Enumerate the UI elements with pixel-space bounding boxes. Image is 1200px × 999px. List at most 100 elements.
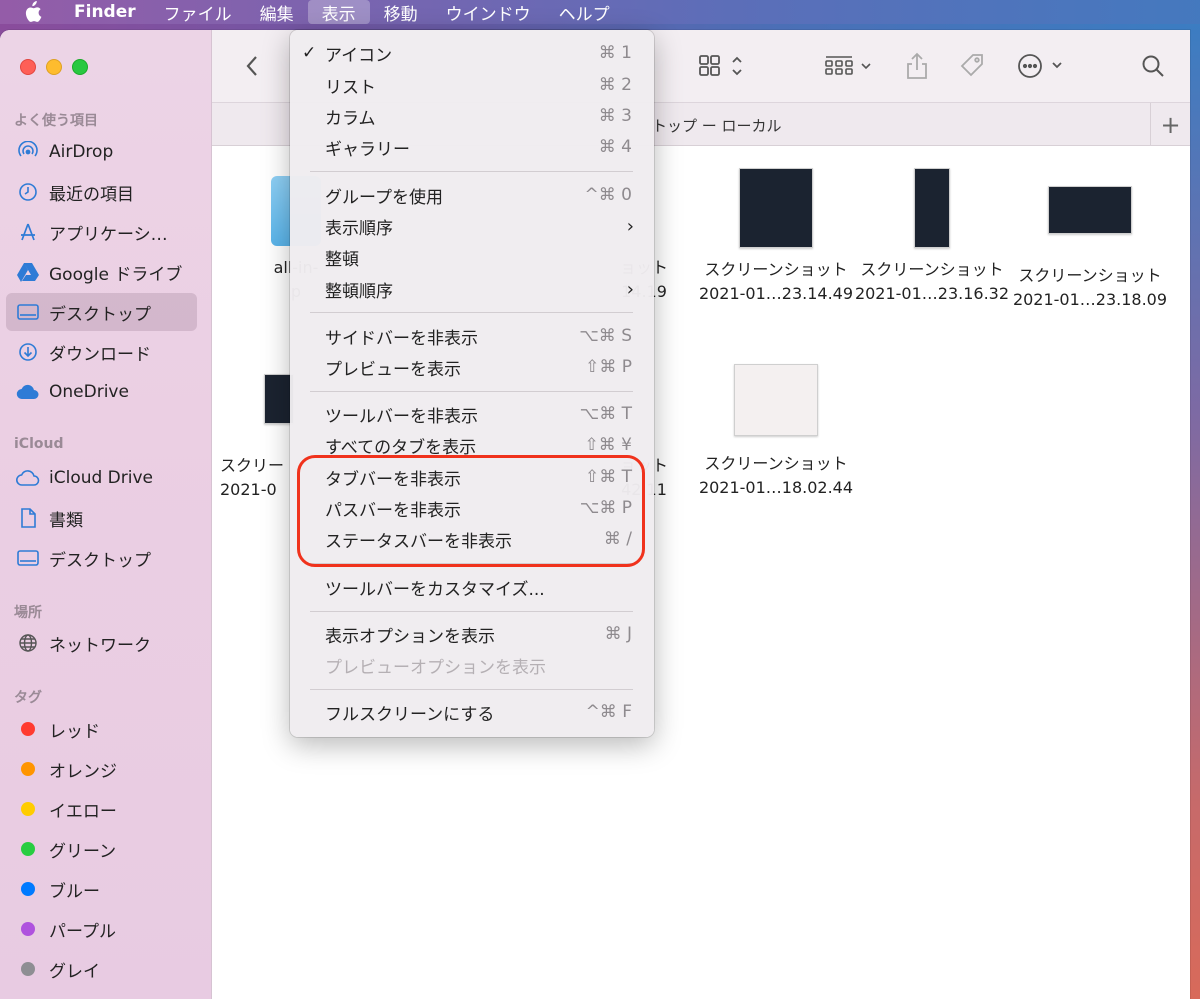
share-icon[interactable] [902, 50, 932, 82]
sidebar-item-airdrop[interactable]: AirDrop [6, 133, 197, 171]
menu-item-label: 表示順序 [325, 218, 393, 239]
menu-item-shortcut: ⌘ 2 [598, 75, 632, 95]
menu-item-shortcut: ⇧⌘ P [585, 357, 632, 377]
window-controls [20, 59, 88, 75]
menu-item-label: プレビューを表示 [325, 359, 461, 380]
menu-item-icon-view[interactable]: ✓ アイコン ⌘ 1 [290, 38, 654, 68]
menu-help[interactable]: ヘルプ [545, 0, 624, 25]
group-view-icon[interactable] [824, 52, 876, 80]
menu-item-hide-toolbar[interactable]: ツールバーを非表示 ⌥⌘ T [290, 399, 654, 429]
chevron-right-icon: › [626, 215, 634, 237]
menu-item-label: アイコン [325, 45, 393, 66]
tag-label: オレンジ [49, 761, 117, 782]
icon-view-grid-icon[interactable] [696, 52, 746, 80]
menu-item-enter-full-screen[interactable]: フルスクリーンにする ^⌘ F [290, 697, 654, 727]
menu-item-gallery-view[interactable]: ギャラリー ⌘ 4 [290, 132, 654, 162]
screenshot-thumbnail [734, 364, 818, 436]
tab-desktop-local[interactable]: トップ ー ローカル [652, 103, 782, 147]
sidebar-item-onedrive[interactable]: OneDrive [6, 373, 197, 411]
sidebar-item-icloud-drive[interactable]: iCloud Drive [6, 459, 197, 497]
close-button[interactable] [20, 59, 36, 75]
sidebar-tag-gray[interactable]: グレイ [6, 950, 197, 988]
sidebar-item-icloud-desktop[interactable]: デスクトップ [6, 539, 197, 577]
menu-item-clean-up-by[interactable]: 整頓順序 › [290, 274, 654, 304]
file-item[interactable]: スクリーンショット 2021-01…23.14.49 [696, 168, 856, 306]
file-item[interactable]: スクリーンショット 2021-01…18.02.44 [696, 364, 856, 500]
menu-item-label: 表示オプションを表示 [325, 626, 495, 647]
menu-finder[interactable]: Finder [68, 0, 150, 24]
search-icon[interactable] [1138, 52, 1168, 80]
desktop-icon [16, 546, 40, 570]
screenshot-thumbnail [914, 168, 950, 248]
menu-item-label: カラム [325, 108, 376, 129]
menu-item-label: すべてのタブを表示 [325, 437, 477, 458]
back-chevron-icon[interactable] [240, 52, 264, 80]
view-menu-dropdown: ✓ アイコン ⌘ 1 リスト ⌘ 2 カラム ⌘ 3 ギャラリー ⌘ 4 グルー… [290, 30, 654, 737]
menu-item-use-groups[interactable]: グループを使用 ^⌘ 0 [290, 180, 654, 210]
menu-item-customize-toolbar[interactable]: ツールバーをカスタマイズ... [290, 572, 654, 602]
tag-dot [21, 962, 35, 976]
menu-separator [310, 171, 633, 172]
sidebar-item-google-drive[interactable]: Google ドライブ [6, 253, 197, 291]
menu-item-show-preview[interactable]: プレビューを表示 ⇧⌘ P [290, 352, 654, 382]
menu-item-shortcut: ⌘ J [604, 624, 632, 644]
minimize-button[interactable] [46, 59, 62, 75]
sidebar-tag-purple[interactable]: パープル [6, 910, 197, 948]
menu-item-shortcut: ^⌘ F [585, 702, 632, 722]
menu-item-column-view[interactable]: カラム ⌘ 3 [290, 101, 654, 131]
sidebar-tag-green[interactable]: グリーン [6, 830, 197, 868]
menu-separator [310, 611, 633, 612]
menu-bar: Finder ファイル 編集 表示 移動 ウインドウ ヘルプ [0, 0, 1200, 25]
tag-label: パープル [49, 921, 116, 942]
sidebar-tag-orange[interactable]: オレンジ [6, 750, 197, 788]
menu-item-shortcut: ⇧⌘ ¥ [584, 435, 632, 455]
menu-item-show-preview-options: プレビューオプションを表示 [290, 650, 654, 680]
cloud-icon [16, 380, 40, 404]
new-tab-button[interactable]: + [1150, 103, 1190, 147]
zoom-button[interactable] [72, 59, 88, 75]
sidebar-item-recents[interactable]: 最近の項目 [6, 173, 197, 211]
sidebar-item-applications[interactable]: アプリケーシ… [6, 213, 197, 251]
sidebar-item-label: 最近の項目 [49, 184, 134, 205]
tag-dot [21, 762, 35, 776]
sidebar-section-locations: 場所 [14, 605, 42, 621]
menu-item-list-view[interactable]: リスト ⌘ 2 [290, 70, 654, 100]
menu-item-sort-by[interactable]: 表示順序 › [290, 211, 654, 241]
menu-go[interactable]: 移動 [370, 0, 432, 25]
airdrop-icon [16, 140, 40, 164]
sidebar-section-favorites: よく使う項目 [14, 113, 98, 129]
tag-dot [21, 802, 35, 816]
tag-label: イエロー [49, 801, 117, 822]
sidebar: よく使う項目 AirDrop 最近の項目 アプリケーシ… Google ドライブ [0, 30, 212, 999]
sidebar-item-label: デスクトップ [49, 550, 151, 571]
sidebar-item-desktop[interactable]: デスクトップ [6, 293, 197, 331]
tag-label: レッド [49, 721, 100, 742]
menu-item-show-view-options[interactable]: 表示オプションを表示 ⌘ J [290, 619, 654, 649]
menu-view[interactable]: 表示 [307, 0, 370, 25]
more-actions-icon[interactable] [1016, 52, 1066, 80]
sidebar-item-downloads[interactable]: ダウンロード [6, 333, 197, 371]
sidebar-tag-blue[interactable]: ブルー [6, 870, 197, 908]
menu-item-hide-sidebar[interactable]: サイドバーを非表示 ⌥⌘ S [290, 321, 654, 351]
sidebar-item-label: iCloud Drive [49, 468, 154, 488]
menu-file[interactable]: ファイル [150, 0, 246, 25]
menu-separator [310, 391, 633, 392]
desktop-icon [16, 300, 40, 324]
menu-item-shortcut: ⌥⌘ T [579, 404, 632, 424]
menu-item-shortcut: ⌘ 4 [598, 137, 632, 157]
sidebar-item-label: ダウンロード [49, 344, 151, 365]
tag-icon[interactable] [956, 52, 988, 80]
menu-window[interactable]: ウインドウ [432, 0, 545, 25]
file-name-line2: 2021-01…23.18.09 [1012, 290, 1168, 309]
file-name: スクリーンショット [704, 260, 848, 279]
sidebar-item-documents[interactable]: 書類 [6, 499, 197, 537]
file-item[interactable]: スクリーンショット 2021-01…23.16.32 [852, 168, 1012, 306]
file-item[interactable]: スクリーンショット 2021-01…23.18.09 [1010, 186, 1170, 312]
chevron-right-icon: › [626, 278, 634, 300]
menu-item-clean-up[interactable]: 整頓 [290, 242, 654, 272]
menu-edit[interactable]: 編集 [246, 0, 308, 25]
sidebar-tag-yellow[interactable]: イエロー [6, 790, 197, 828]
sidebar-item-network[interactable]: ネットワーク [6, 624, 197, 662]
apple-icon[interactable] [22, 1, 44, 23]
sidebar-tag-red[interactable]: レッド [6, 710, 197, 748]
